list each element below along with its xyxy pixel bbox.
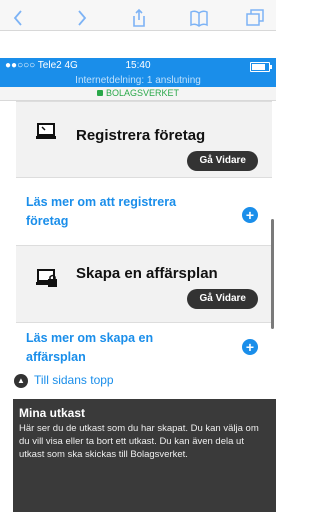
tabs-icon[interactable]	[244, 8, 266, 28]
clock-label: 15:40	[125, 60, 151, 71]
plus-icon[interactable]: +	[242, 207, 258, 223]
url-site-label: BOLAGSVERKET	[105, 88, 180, 98]
scrollbar[interactable]	[271, 219, 274, 329]
status-bar: ●●○○○ Tele2 4G 15:40	[0, 58, 276, 74]
lock-icon	[96, 90, 103, 96]
plan-readmore-link[interactable]: Läs mer om skapa en affärsplan	[26, 329, 216, 367]
spacer	[0, 31, 276, 58]
my-drafts-title: Mina utkast	[19, 406, 86, 420]
my-drafts-description: Här ser du de utkast som du har skapat. …	[19, 423, 259, 460]
battery-icon	[250, 62, 272, 72]
plus-icon[interactable]: +	[242, 339, 258, 355]
forward-arrow-icon[interactable]	[70, 8, 92, 28]
bookmarks-icon[interactable]	[188, 8, 210, 28]
register-company-heading: Registrera företag	[76, 127, 206, 144]
share-icon[interactable]	[128, 8, 150, 28]
computer-lock-icon	[35, 268, 59, 295]
hotspot-banner[interactable]: Internetdelning: 1 anslutning	[0, 74, 276, 87]
business-plan-heading: Skapa en affärsplan	[76, 265, 218, 282]
url-bar[interactable]: BOLAGSVERKET	[0, 87, 276, 101]
browser-toolbar	[0, 0, 276, 31]
chevron-up-icon: ▲	[14, 374, 28, 388]
page-content: Registrera företag Gå Vidare Läs mer om …	[0, 101, 276, 512]
register-company-card: Registrera företag Gå Vidare	[16, 101, 272, 177]
register-readmore-link[interactable]: Läs mer om att registrera företag	[26, 193, 216, 231]
my-drafts-panel: Mina utkast Här ser du de utkast som du …	[13, 399, 276, 512]
laptop-icon	[35, 122, 57, 147]
register-readmore-row[interactable]: Läs mer om att registrera företag +	[16, 177, 272, 245]
back-arrow-icon[interactable]	[8, 8, 30, 28]
plan-continue-button[interactable]: Gå Vidare	[187, 289, 258, 309]
register-continue-button[interactable]: Gå Vidare	[187, 151, 258, 171]
business-plan-card: Skapa en affärsplan Gå Vidare	[16, 245, 272, 322]
plan-readmore-row[interactable]: Läs mer om skapa en affärsplan +	[16, 322, 272, 370]
back-to-top-label[interactable]: Till sidans topp	[34, 373, 114, 387]
